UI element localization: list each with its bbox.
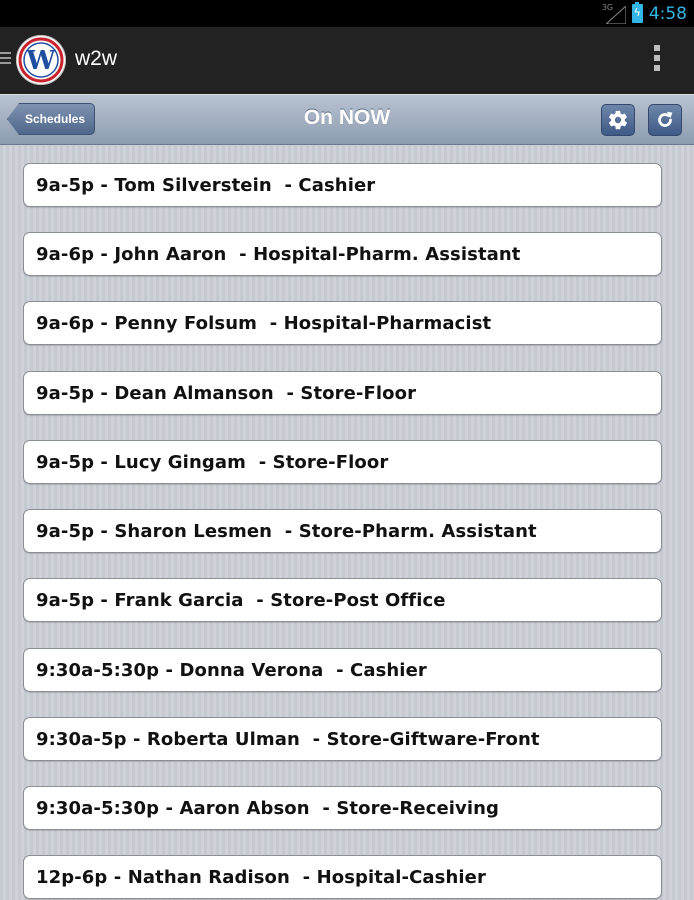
list-item[interactable]: 9a-6p - John Aaron - Hospital-Pharm. Ass… <box>23 232 662 276</box>
shift-text: 9:30a-5:30p - Donna Verona - Cashier <box>36 660 427 681</box>
gear-icon <box>609 110 627 130</box>
shift-text: 9a-5p - Sharon Lesmen - Store-Pharm. Ass… <box>36 521 537 542</box>
shift-text: 9a-5p - Lucy Gingam - Store-Floor <box>36 452 389 473</box>
list-item[interactable]: 9a-5p - Sharon Lesmen - Store-Pharm. Ass… <box>23 509 662 553</box>
app-logo[interactable]: W <box>16 35 66 85</box>
list-item[interactable]: 9:30a-5:30p - Donna Verona - Cashier <box>23 648 662 692</box>
page-title: On NOW <box>303 106 391 129</box>
shift-text: 9a-5p - Tom Silverstein - Cashier <box>36 175 376 196</box>
action-bar: W w2w <box>0 27 694 94</box>
refresh-button[interactable] <box>648 104 682 136</box>
refresh-icon <box>658 111 673 127</box>
list-item[interactable]: 9a-5p - Frank Garcia - Store-Post Office <box>23 578 662 622</box>
svg-text:W: W <box>25 46 56 76</box>
status-icons: 3G ϟ 4:58 <box>602 0 687 27</box>
toolbar: Schedules On NOW <box>0 94 694 145</box>
list-item[interactable]: 9a-5p - Lucy Gingam - Store-Floor <box>23 440 662 484</box>
shift-list: 9a-5p - Tom Silverstein - Cashier 9a-6p … <box>0 145 694 900</box>
overflow-menu-icon[interactable] <box>648 45 666 75</box>
hamburger-icon[interactable] <box>0 52 11 67</box>
battery-charging-icon: ϟ <box>631 2 643 23</box>
shift-text: 9:30a-5p - Roberta Ulman - Store-Giftwar… <box>36 729 540 750</box>
shift-text: 9a-6p - John Aaron - Hospital-Pharm. Ass… <box>36 244 521 265</box>
shift-text: 9:30a-5:30p - Aaron Abson - Store-Receiv… <box>36 798 500 819</box>
shift-text: 9a-6p - Penny Folsum - Hospital-Pharmaci… <box>36 313 492 334</box>
list-item[interactable]: 12p-6p - Nathan Radison - Hospital-Cashi… <box>23 855 662 899</box>
status-time: 4:58 <box>648 3 687 24</box>
list-item[interactable]: 9a-5p - Dean Almanson - Store-Floor <box>23 371 662 415</box>
status-bar: 3G ϟ 4:58 <box>0 0 694 27</box>
shift-text: 9a-5p - Dean Almanson - Store-Floor <box>36 383 417 404</box>
shift-text: 9a-5p - Frank Garcia - Store-Post Office <box>36 590 446 611</box>
list-item[interactable]: 9:30a-5p - Roberta Ulman - Store-Giftwar… <box>23 717 662 761</box>
settings-button[interactable] <box>601 104 635 136</box>
list-item[interactable]: 9:30a-5:30p - Aaron Abson - Store-Receiv… <box>23 786 662 830</box>
app-title: w2w <box>75 47 118 70</box>
list-item[interactable]: 9a-5p - Tom Silverstein - Cashier <box>23 163 662 207</box>
shift-text: 12p-6p - Nathan Radison - Hospital-Cashi… <box>36 867 486 888</box>
signal-icon: 3G <box>602 3 626 25</box>
list-item[interactable]: 9a-6p - Penny Folsum - Hospital-Pharmaci… <box>23 301 662 345</box>
